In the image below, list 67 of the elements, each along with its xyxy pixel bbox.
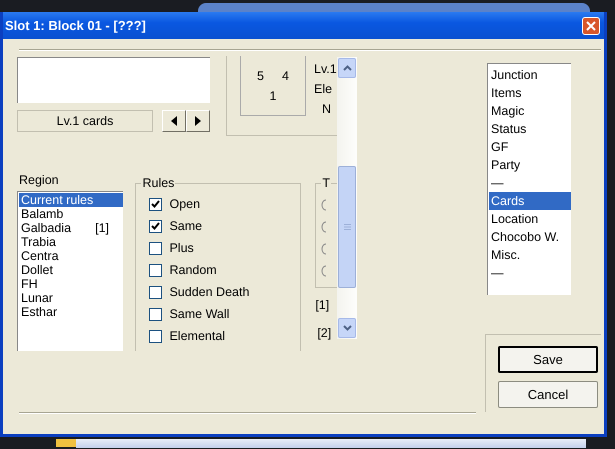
group-title: Rules bbox=[141, 176, 176, 190]
checkbox[interactable] bbox=[149, 220, 162, 232]
checkbox[interactable] bbox=[149, 330, 162, 342]
checkmark-icon bbox=[151, 222, 160, 230]
taskbar-button[interactable] bbox=[76, 438, 586, 448]
region-item[interactable]: FH bbox=[19, 277, 123, 291]
scroll-down-button[interactable] bbox=[338, 318, 356, 338]
vertical-scrollbar[interactable] bbox=[337, 57, 357, 339]
section-item[interactable]: Magic bbox=[489, 102, 571, 120]
section-item[interactable]: — bbox=[489, 174, 571, 192]
section-item[interactable]: Items bbox=[489, 84, 571, 102]
region-item[interactable]: Trabia bbox=[19, 235, 123, 249]
scroll-thumb[interactable] bbox=[338, 166, 356, 288]
previous-button[interactable] bbox=[162, 110, 186, 132]
checkbox-label: Same Wall bbox=[169, 307, 230, 321]
checkbox[interactable] bbox=[149, 286, 162, 298]
section-item[interactable]: Chocobo W. bbox=[489, 228, 571, 246]
section-item[interactable]: Misc. bbox=[489, 246, 571, 264]
section-item[interactable]: Junction bbox=[489, 66, 571, 84]
close-icon bbox=[586, 20, 596, 30]
section-item[interactable]: Location bbox=[489, 210, 571, 228]
region-item[interactable]: Current rules bbox=[19, 193, 123, 207]
checkbox-label: Open bbox=[169, 197, 200, 211]
checkbox-label: Same bbox=[169, 219, 202, 233]
chevron-down-icon bbox=[342, 325, 352, 331]
card-info-text: Lv.1 bbox=[314, 62, 337, 78]
marker-text: [2] bbox=[317, 326, 332, 340]
group-title: T bbox=[321, 176, 331, 190]
card-info-text: N bbox=[321, 102, 332, 118]
window-title: Slot 1: Block 01 - [???] bbox=[5, 18, 146, 33]
right-triangle-icon bbox=[195, 116, 201, 126]
region-item[interactable]: Esthar bbox=[19, 305, 123, 319]
card-value: 5 bbox=[257, 68, 264, 82]
checkbox[interactable] bbox=[149, 308, 162, 320]
checkmark-icon bbox=[151, 200, 160, 208]
marker-text: [1] bbox=[315, 298, 330, 312]
checkbox[interactable] bbox=[149, 264, 162, 276]
section-item[interactable]: Party bbox=[489, 156, 571, 174]
checkbox[interactable] bbox=[149, 242, 162, 254]
checkbox-label: Sudden Death bbox=[169, 285, 250, 299]
section-item[interactable]: — bbox=[489, 264, 571, 282]
next-button[interactable] bbox=[186, 110, 210, 132]
text-field[interactable] bbox=[17, 57, 210, 103]
section-item[interactable]: Status bbox=[489, 120, 571, 138]
section-item[interactable]: Cards bbox=[489, 192, 571, 210]
card-value: 1 bbox=[270, 88, 276, 102]
checkbox-label: Plus bbox=[169, 241, 194, 255]
save-button[interactable]: Save bbox=[498, 346, 598, 373]
checkbox[interactable] bbox=[149, 198, 162, 210]
region-item[interactable]: Galbadia [1] bbox=[19, 221, 123, 235]
section-item[interactable]: GF bbox=[489, 138, 571, 156]
checkbox-label: Random bbox=[169, 263, 217, 277]
region-item[interactable]: Dollet bbox=[19, 263, 123, 277]
cancel-button[interactable]: Cancel bbox=[498, 381, 598, 408]
chevron-up-icon bbox=[342, 65, 352, 71]
region-item[interactable]: Lunar bbox=[19, 291, 123, 305]
region-item[interactable]: Balamb bbox=[19, 207, 123, 221]
region-label: Region bbox=[19, 173, 60, 187]
checkbox-label: Elemental bbox=[169, 329, 226, 343]
region-item[interactable]: Centra bbox=[19, 249, 123, 263]
grip-icon bbox=[344, 224, 350, 230]
scroll-up-button[interactable] bbox=[338, 58, 356, 78]
card-value: 4 bbox=[282, 68, 289, 82]
close-button[interactable] bbox=[582, 16, 600, 34]
deck-label: Lv.1 cards bbox=[17, 110, 153, 132]
left-triangle-icon bbox=[171, 116, 177, 126]
card-info-text: Ele bbox=[314, 82, 334, 98]
